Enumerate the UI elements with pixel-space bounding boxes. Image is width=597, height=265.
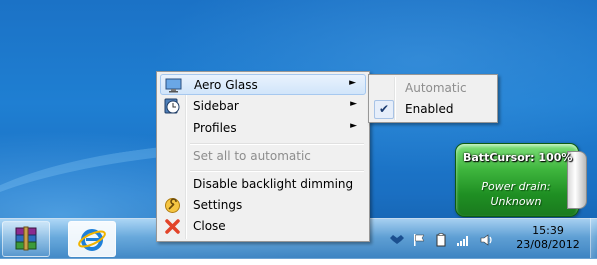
dropbox-icon[interactable] bbox=[390, 233, 404, 247]
menu-item-label: Sidebar bbox=[193, 99, 239, 113]
power-drain-value: Unknown bbox=[490, 195, 542, 208]
submenu-item-label: Automatic bbox=[405, 81, 467, 95]
submenu-item-enabled[interactable]: ✔ Enabled bbox=[371, 99, 495, 119]
submenu-item-label: Enabled bbox=[405, 102, 454, 116]
menu-item-set-all-automatic: Set all to automatic bbox=[160, 146, 366, 167]
menu-item-label: Profiles bbox=[193, 121, 237, 135]
menu-item-close[interactable]: Close bbox=[160, 216, 366, 237]
volume-icon[interactable] bbox=[480, 233, 494, 247]
menu-item-settings[interactable]: Settings bbox=[160, 195, 366, 216]
menu-item-label: Close bbox=[193, 219, 226, 233]
menu-item-label: Aero Glass bbox=[194, 78, 258, 92]
submenu-arrow-icon: ► bbox=[350, 121, 357, 131]
checkmark-icon: ✔ bbox=[374, 100, 394, 119]
submenu-arrow-icon: ► bbox=[349, 78, 356, 88]
battery-icon[interactable] bbox=[434, 233, 448, 247]
action-center-flag-icon[interactable] bbox=[412, 233, 426, 247]
menu-item-sidebar[interactable]: Sidebar ► bbox=[160, 96, 366, 117]
settings-wrench-icon bbox=[165, 198, 180, 213]
menu-separator bbox=[190, 170, 364, 172]
clock-time: 15:39 bbox=[532, 224, 564, 237]
menu-item-label: Set all to automatic bbox=[193, 149, 311, 163]
close-icon bbox=[165, 219, 180, 234]
menu-item-disable-backlight-dimming[interactable]: Disable backlight dimming bbox=[160, 174, 366, 195]
taskbar-button-winrar[interactable] bbox=[2, 221, 50, 257]
clock-date: 23/08/2012 bbox=[516, 238, 580, 251]
menu-item-label: Settings bbox=[193, 198, 243, 212]
power-drain-label: Power drain: bbox=[481, 180, 551, 193]
battery-status-title: BattCursor: 100% bbox=[463, 151, 573, 164]
submenu-arrow-icon: ► bbox=[350, 99, 357, 109]
show-desktop-button[interactable] bbox=[590, 218, 597, 258]
menu-item-profiles[interactable]: Profiles ► bbox=[160, 118, 366, 139]
monitor-icon bbox=[165, 78, 182, 93]
aero-glass-submenu: Automatic ✔ Enabled bbox=[368, 74, 498, 123]
network-signal-icon[interactable] bbox=[456, 233, 470, 247]
submenu-item-automatic[interactable]: Automatic bbox=[371, 78, 495, 98]
internet-explorer-icon bbox=[78, 229, 106, 251]
winrar-icon bbox=[15, 226, 37, 251]
taskbar-clock[interactable]: 15:39 23/08/2012 bbox=[508, 224, 588, 252]
context-menu: Aero Glass ► Sidebar ► Profiles ► Set al… bbox=[156, 71, 370, 242]
menu-separator bbox=[190, 143, 364, 145]
menu-item-label: Disable backlight dimming bbox=[193, 177, 354, 191]
clock-gadget-icon bbox=[164, 98, 180, 114]
menu-item-aero-glass[interactable]: Aero Glass ► bbox=[160, 74, 366, 95]
battcursor-gadget[interactable]: BattCursor: 100% Power drain: Unknown bbox=[455, 143, 587, 217]
taskbar-button-internet-explorer[interactable] bbox=[68, 221, 116, 257]
